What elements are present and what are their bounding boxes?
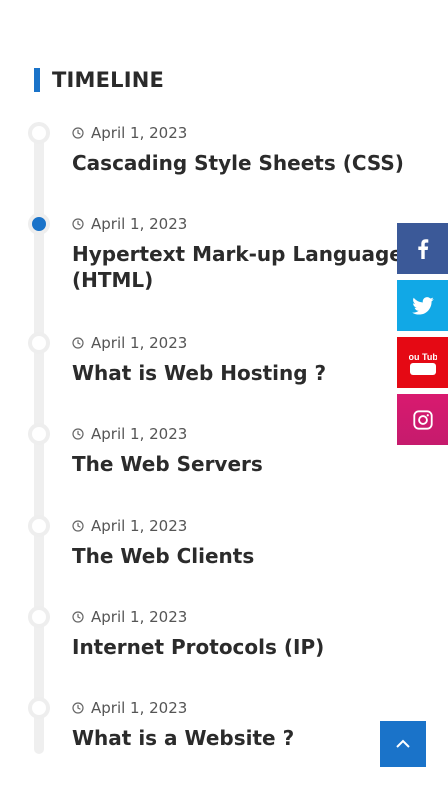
timeline-dot-active [28, 213, 50, 235]
item-date: April 1, 2023 [91, 215, 188, 233]
timeline-meta: April 1, 2023 [72, 699, 187, 717]
item-title[interactable]: Cascading Style Sheets (CSS) [72, 150, 412, 176]
timeline-dot [28, 606, 50, 628]
item-date: April 1, 2023 [91, 608, 188, 626]
item-title[interactable]: The Web Servers [72, 451, 412, 477]
item-date: April 1, 2023 [91, 517, 188, 535]
timeline-meta: April 1, 2023 [72, 124, 187, 142]
timeline-meta: April 1, 2023 [72, 334, 187, 352]
item-date: April 1, 2023 [91, 425, 188, 443]
back-to-top-button[interactable] [380, 721, 426, 767]
item-title[interactable]: Internet Protocols (IP) [72, 634, 412, 660]
chevron-up-icon [396, 739, 410, 748]
clock-icon [72, 337, 84, 349]
timeline-dot [28, 515, 50, 537]
timeline-meta: April 1, 2023 [72, 425, 187, 443]
timeline-dot [28, 697, 50, 719]
clock-icon [72, 702, 84, 714]
instagram-button[interactable] [397, 394, 448, 445]
facebook-button[interactable] [397, 223, 448, 274]
youtube-label: You Tube [409, 352, 437, 362]
twitter-icon [411, 296, 434, 315]
timeline-meta: April 1, 2023 [72, 215, 187, 233]
timeline-meta: April 1, 2023 [72, 608, 187, 626]
timeline-dot [28, 332, 50, 354]
item-title[interactable]: Hypertext Mark-up Language (HTML) [72, 241, 412, 293]
item-title[interactable]: The Web Clients [72, 543, 412, 569]
item-title[interactable]: What is a Website ? [72, 725, 412, 751]
instagram-icon [412, 409, 433, 430]
timeline-dot [28, 122, 50, 144]
timeline-dot [28, 423, 50, 445]
item-date: April 1, 2023 [91, 334, 188, 352]
clock-icon [72, 428, 84, 440]
item-date: April 1, 2023 [91, 124, 188, 142]
youtube-button[interactable]: You Tube [397, 337, 448, 388]
item-date: April 1, 2023 [91, 699, 188, 717]
timeline-meta: April 1, 2023 [72, 517, 187, 535]
clock-icon [72, 611, 84, 623]
page: TIMELINE April 1, 2023 Cascading Style S… [0, 0, 448, 800]
item-title[interactable]: What is Web Hosting ? [72, 360, 412, 386]
twitter-button[interactable] [397, 280, 448, 331]
youtube-icon: You Tube [409, 352, 437, 375]
clock-icon [72, 520, 84, 532]
clock-icon [72, 127, 84, 139]
facebook-icon [417, 238, 428, 259]
clock-icon [72, 218, 84, 230]
timeline: April 1, 2023 Cascading Style Sheets (CS… [0, 0, 448, 800]
